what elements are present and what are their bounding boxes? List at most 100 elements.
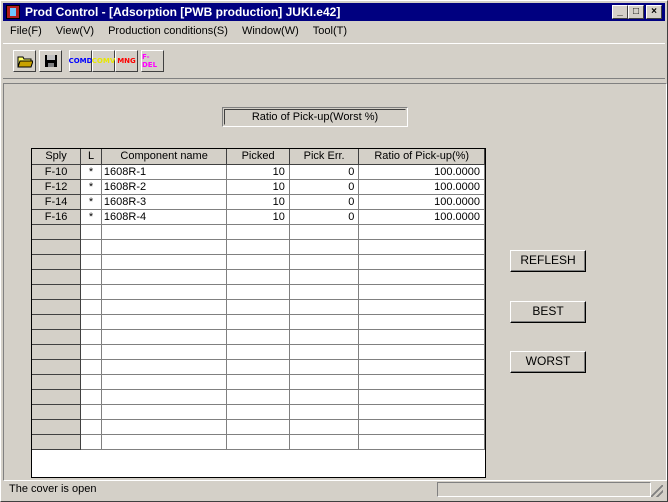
cell-l[interactable]: *	[80, 179, 102, 195]
open-folder-button[interactable]	[13, 50, 36, 72]
empty-cell[interactable]	[101, 329, 228, 345]
cell-ratio[interactable]: 100.0000	[358, 179, 485, 195]
empty-cell[interactable]	[358, 269, 485, 285]
empty-cell[interactable]	[226, 284, 290, 300]
cell-pick-err[interactable]: 0	[289, 179, 360, 195]
empty-cell[interactable]	[289, 254, 360, 270]
empty-cell[interactable]	[358, 344, 485, 360]
empty-cell[interactable]	[80, 224, 102, 240]
empty-cell[interactable]	[358, 314, 485, 330]
empty-cell[interactable]	[80, 329, 102, 345]
empty-cell[interactable]	[226, 269, 290, 285]
empty-table-row[interactable]	[32, 239, 485, 255]
empty-cell[interactable]	[101, 224, 228, 240]
empty-cell[interactable]	[101, 404, 228, 420]
empty-cell[interactable]	[80, 374, 102, 390]
empty-cell[interactable]	[101, 254, 228, 270]
cell-picked[interactable]: 10	[226, 179, 290, 195]
empty-cell[interactable]	[101, 374, 228, 390]
empty-cell[interactable]	[32, 419, 82, 435]
empty-cell[interactable]	[289, 404, 360, 420]
empty-cell[interactable]	[226, 329, 290, 345]
empty-cell[interactable]	[32, 329, 82, 345]
empty-cell[interactable]	[289, 419, 360, 435]
empty-cell[interactable]	[358, 284, 485, 300]
empty-cell[interactable]	[80, 344, 102, 360]
header-pick-err[interactable]: Pick Err.	[289, 149, 360, 165]
empty-cell[interactable]	[32, 254, 82, 270]
empty-cell[interactable]	[80, 389, 102, 405]
cell-l[interactable]: *	[80, 194, 102, 210]
empty-cell[interactable]	[80, 419, 102, 435]
empty-cell[interactable]	[101, 269, 228, 285]
empty-cell[interactable]	[32, 284, 82, 300]
menu-view[interactable]: View(V)	[49, 23, 101, 41]
empty-cell[interactable]	[32, 344, 82, 360]
header-sply[interactable]: Sply	[32, 149, 82, 165]
title-bar[interactable]: Prod Control - [Adsorption [PWB producti…	[3, 3, 665, 21]
empty-table-row[interactable]	[32, 344, 485, 360]
empty-cell[interactable]	[101, 419, 228, 435]
cell-pick-err[interactable]: 0	[289, 194, 360, 210]
cell-component-name[interactable]: 1608R-3	[101, 194, 228, 210]
menu-tool[interactable]: Tool(T)	[306, 23, 354, 41]
empty-cell[interactable]	[80, 299, 102, 315]
empty-cell[interactable]	[289, 359, 360, 375]
cell-pick-err[interactable]: 0	[289, 164, 360, 180]
empty-cell[interactable]	[101, 434, 228, 450]
empty-cell[interactable]	[226, 404, 290, 420]
table-row[interactable]: F-14 * 1608R-3 10 0 100.0000	[32, 194, 485, 210]
menu-production-conditions[interactable]: Production conditions(S)	[101, 23, 235, 41]
empty-cell[interactable]	[289, 329, 360, 345]
empty-cell[interactable]	[289, 284, 360, 300]
empty-table-row[interactable]	[32, 314, 485, 330]
empty-cell[interactable]	[32, 374, 82, 390]
header-component-name[interactable]: Component name	[101, 149, 228, 165]
empty-cell[interactable]	[358, 434, 485, 450]
header-l[interactable]: L	[80, 149, 102, 165]
cell-component-name[interactable]: 1608R-2	[101, 179, 228, 195]
empty-cell[interactable]	[358, 374, 485, 390]
empty-cell[interactable]	[32, 239, 82, 255]
empty-cell[interactable]	[289, 374, 360, 390]
empty-cell[interactable]	[358, 254, 485, 270]
empty-cell[interactable]	[32, 314, 82, 330]
empty-cell[interactable]	[226, 239, 290, 255]
empty-cell[interactable]	[226, 389, 290, 405]
empty-table-row[interactable]	[32, 374, 485, 390]
empty-table-row[interactable]	[32, 404, 485, 420]
empty-cell[interactable]	[80, 239, 102, 255]
empty-table-row[interactable]	[32, 359, 485, 375]
close-button[interactable]: ×	[646, 5, 662, 19]
empty-cell[interactable]	[101, 314, 228, 330]
empty-cell[interactable]	[358, 299, 485, 315]
empty-cell[interactable]	[80, 314, 102, 330]
empty-cell[interactable]	[226, 359, 290, 375]
menu-file[interactable]: File(F)	[3, 23, 49, 41]
table-row[interactable]: F-16 * 1608R-4 10 0 100.0000	[32, 209, 485, 225]
resize-grip-icon[interactable]	[651, 485, 663, 497]
cell-sply[interactable]: F-14	[32, 194, 82, 210]
empty-cell[interactable]	[289, 299, 360, 315]
empty-table-row[interactable]	[32, 434, 485, 450]
cell-pick-err[interactable]: 0	[289, 209, 360, 225]
empty-cell[interactable]	[226, 434, 290, 450]
empty-cell[interactable]	[289, 239, 360, 255]
empty-cell[interactable]	[80, 434, 102, 450]
empty-cell[interactable]	[32, 224, 82, 240]
header-picked[interactable]: Picked	[226, 149, 290, 165]
empty-cell[interactable]	[226, 344, 290, 360]
empty-cell[interactable]	[358, 359, 485, 375]
empty-table-row[interactable]	[32, 299, 485, 315]
empty-cell[interactable]	[80, 284, 102, 300]
empty-table-row[interactable]	[32, 269, 485, 285]
fdel-button[interactable]: F-DEL	[141, 50, 164, 72]
empty-table-row[interactable]	[32, 254, 485, 270]
empty-cell[interactable]	[358, 329, 485, 345]
empty-cell[interactable]	[358, 389, 485, 405]
worst-button[interactable]: WORST	[510, 351, 586, 373]
empty-cell[interactable]	[289, 269, 360, 285]
empty-cell[interactable]	[32, 359, 82, 375]
empty-cell[interactable]	[32, 269, 82, 285]
empty-cell[interactable]	[289, 389, 360, 405]
